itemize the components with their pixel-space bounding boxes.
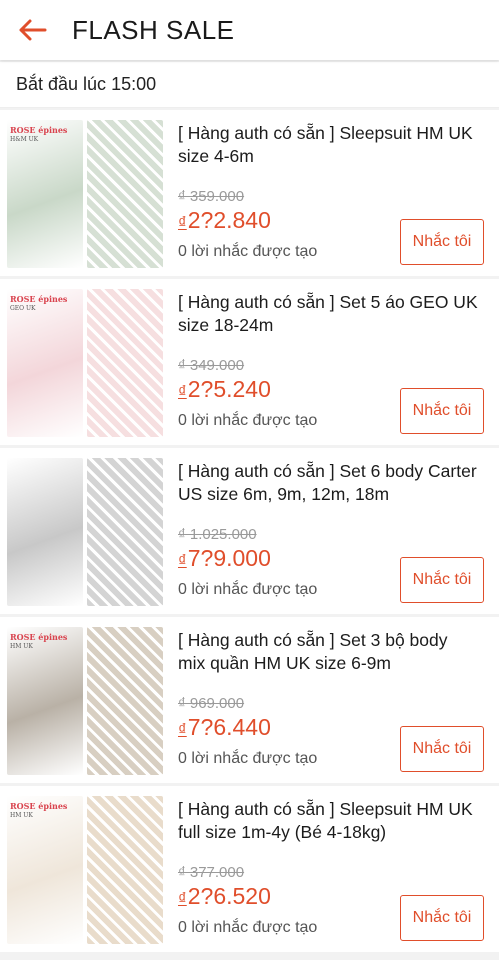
product-list: ROSE épines H&M UK [ Hàng auth có sẵn ] … bbox=[0, 110, 499, 955]
product-item[interactable]: ROSE épines GEO UK [ Hàng auth có sẵn ] … bbox=[0, 279, 499, 445]
page-title: FLASH SALE bbox=[72, 14, 235, 45]
product-image-detail bbox=[87, 458, 163, 606]
original-price: ₫ 349.000 bbox=[178, 357, 245, 374]
sale-price-value: 2?5.240 bbox=[187, 376, 271, 402]
arrow-left-icon bbox=[19, 19, 47, 41]
product-images[interactable]: ROSE épines HM UK bbox=[7, 796, 163, 944]
sale-price-value: 2?6.520 bbox=[187, 883, 271, 909]
original-price: ₫ 1.025.000 bbox=[178, 526, 257, 543]
product-item[interactable]: ROSE épines HM UK [ Hàng auth có sẵn ] S… bbox=[0, 617, 499, 783]
original-price: ₫ 969.000 bbox=[178, 695, 245, 712]
sale-price: ₫7?6.440 bbox=[178, 714, 271, 741]
product-image-main: ROSE épines HM UK bbox=[7, 796, 83, 944]
sale-price-value: 2?2.840 bbox=[187, 207, 271, 233]
product-image-main: ROSE épines GEO UK bbox=[7, 289, 83, 437]
product-images[interactable]: ROSE épines H&M UK bbox=[7, 120, 163, 268]
brand-logo: ROSE épines HM UK bbox=[10, 801, 68, 820]
sale-price: ₫2?6.520 bbox=[178, 883, 271, 910]
product-images[interactable]: ROSE épines GEO UK bbox=[7, 289, 163, 437]
product-image-main: ROSE épines H&M UK bbox=[7, 120, 83, 268]
sale-price-value: 7?6.440 bbox=[187, 714, 271, 740]
currency-symbol: ₫ bbox=[178, 889, 187, 908]
start-time-label: Bắt đầu lúc 15:00 bbox=[0, 62, 499, 108]
remind-me-button[interactable]: Nhắc tôi bbox=[400, 557, 484, 603]
remind-me-button[interactable]: Nhắc tôi bbox=[400, 388, 484, 434]
product-name[interactable]: [ Hàng auth có sẵn ] Sleepsuit HM UK siz… bbox=[178, 122, 478, 168]
remind-me-button[interactable]: Nhắc tôi bbox=[400, 895, 484, 941]
original-price: ₫ 359.000 bbox=[178, 188, 245, 205]
brand-logo: ROSE épines HM UK bbox=[10, 632, 68, 651]
product-image-main: ROSE épines HM UK bbox=[7, 627, 83, 775]
product-item[interactable]: ROSE épines H&M UK [ Hàng auth có sẵn ] … bbox=[0, 110, 499, 276]
product-image-detail bbox=[87, 627, 163, 775]
currency-symbol: ₫ bbox=[178, 213, 187, 232]
sale-price: ₫7?9.000 bbox=[178, 545, 271, 572]
product-name[interactable]: [ Hàng auth có sẵn ] Set 3 bộ body mix q… bbox=[178, 629, 478, 675]
reminder-count: 0 lời nhắc được tạo bbox=[178, 750, 318, 767]
reminder-count: 0 lời nhắc được tạo bbox=[178, 412, 318, 429]
currency-symbol: ₫ bbox=[178, 720, 187, 739]
remind-me-button[interactable]: Nhắc tôi bbox=[400, 219, 484, 265]
product-images[interactable] bbox=[7, 458, 163, 606]
reminder-count: 0 lời nhắc được tạo bbox=[178, 919, 318, 936]
original-price: ₫ 377.000 bbox=[178, 864, 245, 881]
product-image-main bbox=[7, 458, 83, 606]
product-name[interactable]: [ Hàng auth có sẵn ] Set 5 áo GEO UK siz… bbox=[178, 291, 478, 337]
remind-me-button[interactable]: Nhắc tôi bbox=[400, 726, 484, 772]
top-bar: FLASH SALE bbox=[0, 0, 499, 60]
brand-logo: ROSE épines H&M UK bbox=[10, 125, 68, 144]
product-name[interactable]: [ Hàng auth có sẵn ] Set 6 body Carter U… bbox=[178, 460, 478, 506]
reminder-count: 0 lời nhắc được tạo bbox=[178, 243, 318, 260]
currency-symbol: ₫ bbox=[178, 382, 187, 401]
sale-price: ₫2?5.240 bbox=[178, 376, 271, 403]
brand-logo: ROSE épines GEO UK bbox=[10, 294, 68, 313]
sale-price: ₫2?2.840 bbox=[178, 207, 271, 234]
sale-price-value: 7?9.000 bbox=[187, 545, 271, 571]
product-item[interactable]: ROSE épines HM UK [ Hàng auth có sẵn ] S… bbox=[0, 786, 499, 952]
product-images[interactable]: ROSE épines HM UK bbox=[7, 627, 163, 775]
product-image-detail bbox=[87, 120, 163, 268]
product-image-detail bbox=[87, 289, 163, 437]
back-button[interactable] bbox=[0, 0, 64, 60]
product-name[interactable]: [ Hàng auth có sẵn ] Sleepsuit HM UK ful… bbox=[178, 798, 478, 844]
product-image-detail bbox=[87, 796, 163, 944]
product-item[interactable]: [ Hàng auth có sẵn ] Set 6 body Carter U… bbox=[0, 448, 499, 614]
reminder-count: 0 lời nhắc được tạo bbox=[178, 581, 318, 598]
currency-symbol: ₫ bbox=[178, 551, 187, 570]
